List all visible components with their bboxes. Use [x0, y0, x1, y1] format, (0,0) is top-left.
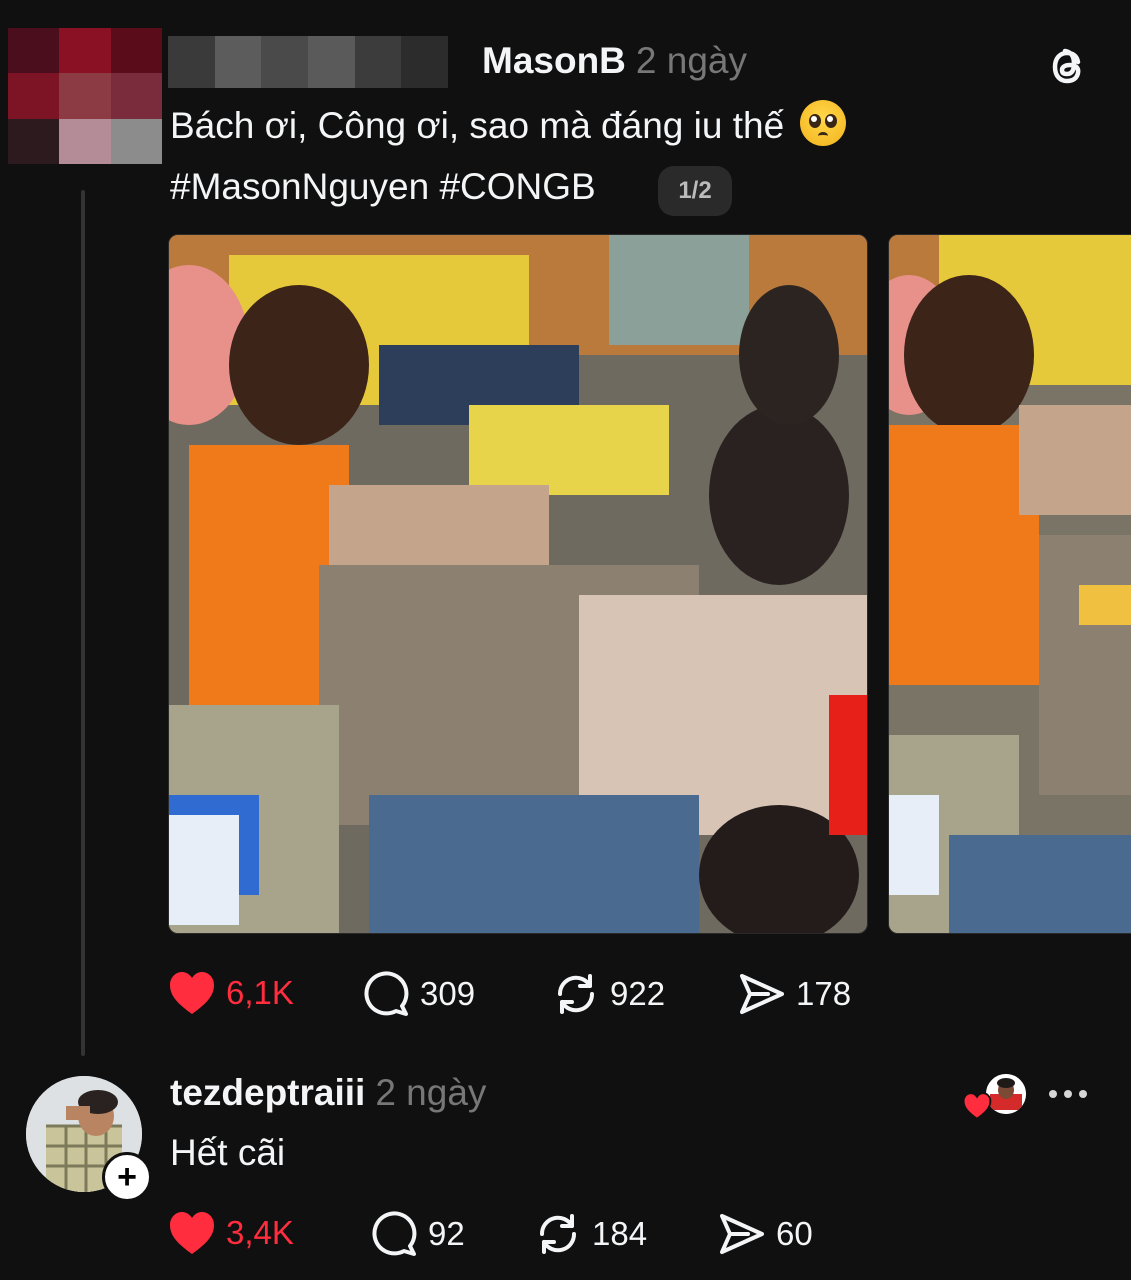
post-comment-count: 309	[420, 975, 476, 1012]
reply-like-count: 3,4K	[226, 1214, 294, 1251]
reply-like-button[interactable]: 3,4K	[168, 1210, 294, 1256]
heart-filled-icon	[170, 972, 214, 1014]
reply-author-line: tezdeptraiii 2 ngày	[170, 1072, 486, 1114]
reply-share-button[interactable]: 60	[718, 1210, 813, 1258]
author-liked-heart-icon	[962, 1092, 992, 1120]
repost-icon	[557, 974, 595, 1014]
reply-comment-button[interactable]: 92	[370, 1210, 465, 1258]
send-icon	[740, 974, 784, 1014]
reply-repost-button[interactable]: 184	[534, 1210, 647, 1258]
post-body: Bách ơi, Công ơi, sao mà đáng iu thế	[170, 100, 847, 150]
reply-username[interactable]: tezdeptraiii	[170, 1072, 365, 1113]
reply-text: Hết cãi	[170, 1132, 286, 1173]
heart-filled-icon	[170, 1212, 214, 1254]
post-author-line: MasonB 2 ngày	[482, 40, 747, 82]
more-options-icon[interactable]	[1046, 1080, 1090, 1108]
post-username[interactable]: MasonB	[482, 40, 626, 81]
follow-plus-button[interactable]: +	[102, 1152, 152, 1202]
reply-timestamp: 2 ngày	[375, 1072, 487, 1113]
comment-bubble-icon	[364, 971, 409, 1016]
post-repost-count: 922	[610, 975, 666, 1012]
blurred-author-name	[168, 36, 448, 88]
post-share-button[interactable]: 178	[738, 970, 851, 1018]
reply-comment-count: 92	[428, 1215, 465, 1252]
post-text: Bách ơi, Công ơi, sao mà đáng iu thế	[170, 105, 785, 146]
post-timestamp: 2 ngày	[635, 40, 747, 81]
repost-icon	[539, 1214, 577, 1254]
post-repost-button[interactable]: 922	[552, 970, 665, 1018]
blurred-author-avatar[interactable]	[8, 28, 162, 164]
thread-connector-line	[81, 190, 85, 1056]
post-like-button[interactable]: 6,1K	[168, 970, 294, 1016]
threads-logo-icon[interactable]	[1040, 40, 1094, 94]
send-icon	[720, 1214, 764, 1254]
image-page-indicator: 1/2	[658, 166, 732, 216]
post-share-count: 178	[796, 975, 852, 1012]
post-image-2[interactable]	[888, 234, 1131, 934]
reply-share-count: 60	[776, 1215, 813, 1252]
reply-repost-count: 184	[592, 1215, 648, 1252]
post-hashtags[interactable]: #MasonNguyen #CONGB	[170, 166, 596, 208]
post-image-1[interactable]	[168, 234, 868, 934]
comment-bubble-icon	[372, 1211, 417, 1256]
post-like-count: 6,1K	[226, 974, 294, 1011]
post-comment-button[interactable]: 309	[362, 970, 475, 1018]
pleading-face-emoji-icon	[800, 100, 847, 146]
